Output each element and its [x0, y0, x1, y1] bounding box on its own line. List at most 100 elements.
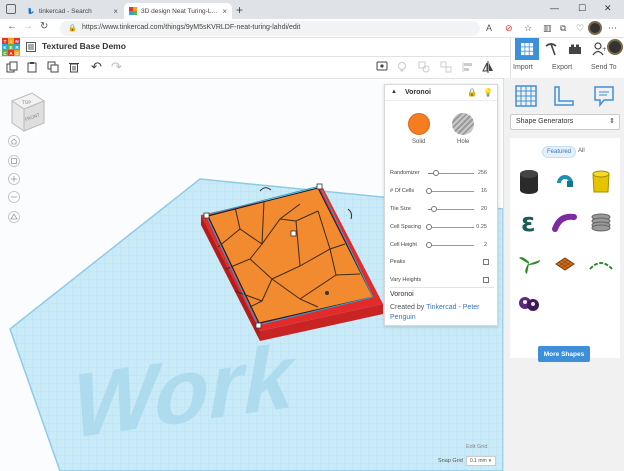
snap-grid-select[interactable]: 0.1 mm ▾	[466, 456, 496, 466]
peaks-checkbox[interactable]	[483, 259, 489, 265]
split-screen-icon[interactable]: ▥	[543, 23, 552, 34]
send-to-button[interactable]: Send To	[591, 64, 617, 71]
tab-featured[interactable]: Featured	[542, 146, 577, 158]
redo-icon[interactable]: ↷	[111, 59, 122, 75]
tab-actions-icon[interactable]	[6, 4, 16, 14]
randomizer-slider[interactable]	[433, 170, 439, 176]
profile-avatar[interactable]	[588, 21, 602, 35]
new-tab-icon[interactable]: +	[236, 3, 243, 17]
hole-button[interactable]	[452, 113, 474, 135]
shape-robot[interactable]	[514, 290, 544, 318]
notes-icon[interactable]	[376, 61, 388, 73]
close-window-icon[interactable]: ✕	[604, 3, 612, 14]
generator-credit: Created by Tinkercad - Peter Penguin	[390, 304, 480, 321]
delete-icon[interactable]	[68, 61, 80, 73]
copy-icon[interactable]	[6, 61, 18, 73]
browser-tab-tinkercad[interactable]: 3D design Neat Turing-Lahdi | Ti ×	[124, 3, 232, 19]
shape-epsilon[interactable]: ε	[514, 208, 544, 236]
view-cube[interactable]: TOP FRONT	[10, 92, 46, 132]
reader-icon[interactable]: A	[486, 23, 492, 33]
cell-spacing-slider[interactable]	[426, 224, 432, 230]
light-icon[interactable]	[396, 61, 408, 73]
solid-button[interactable]	[408, 113, 430, 135]
svg-text:TOP: TOP	[21, 100, 31, 106]
shape-cylinder[interactable]	[514, 168, 544, 196]
shape-arc[interactable]	[586, 250, 616, 278]
more-menu-icon[interactable]: ⋯	[608, 23, 617, 34]
edit-toolbar: ↶ ↷	[0, 57, 510, 79]
url-field[interactable]: 🔒 https://www.tinkercad.com/things/9yM5s…	[60, 21, 480, 36]
browser-tab-strip: tinkercad - Search × 3D design Neat Turi…	[0, 0, 624, 19]
home-view-icon[interactable]	[8, 135, 20, 147]
export-button[interactable]: Export	[552, 64, 572, 71]
chevron-down-icon: ▾	[488, 458, 492, 464]
vary-heights-checkbox[interactable]	[483, 277, 489, 283]
undo-icon[interactable]: ↶	[91, 59, 102, 75]
collections-icon[interactable]: ⧉	[560, 23, 566, 34]
tile-size-slider[interactable]	[431, 206, 437, 212]
shape-propeller[interactable]	[514, 250, 544, 278]
shape-category-select[interactable]: Shape Generators ⇕	[510, 114, 620, 130]
prop-cell-height: Cell Height 2	[390, 242, 487, 248]
duplicate-icon[interactable]	[47, 61, 59, 73]
shape-spring[interactable]	[586, 208, 616, 236]
cells-slider[interactable]	[426, 188, 432, 194]
hole-label: Hole	[457, 139, 470, 145]
brick-icon	[569, 44, 581, 54]
shape-hook[interactable]	[550, 168, 580, 196]
3d-view-button[interactable]	[515, 38, 539, 60]
lock-icon: 🔒	[68, 25, 77, 32]
bing-icon	[28, 7, 34, 15]
tab-all[interactable]: All	[574, 146, 589, 156]
shape-waffle[interactable]	[550, 250, 580, 278]
shape-tube[interactable]	[550, 208, 580, 236]
collapse-icon[interactable]: ▲	[391, 89, 397, 95]
notes-icon[interactable]	[592, 84, 616, 108]
paste-icon[interactable]	[26, 61, 38, 73]
url-text: https://www.tinkercad.com/things/9yM5sKV…	[82, 24, 301, 31]
cell-height-slider[interactable]	[426, 242, 432, 248]
pickaxe-icon	[545, 43, 557, 56]
avatar[interactable]	[607, 39, 623, 55]
ruler-icon[interactable]	[552, 84, 576, 108]
add-user-icon: +	[592, 42, 606, 56]
edit-grid-button[interactable]: Edit Grid	[466, 444, 487, 450]
extension-icon[interactable]: ⊘	[505, 23, 513, 34]
ungroup-icon[interactable]	[440, 61, 452, 73]
design-list-icon[interactable]	[26, 42, 36, 52]
refresh-icon[interactable]: ↻	[40, 21, 48, 32]
maximize-icon[interactable]: ☐	[578, 3, 586, 14]
address-bar-row: ← → ↻ 🔒 https://www.tinkercad.com/things…	[0, 19, 624, 38]
tinkercad-logo[interactable]: T I N K E R C A D	[2, 38, 20, 56]
prop-cell-spacing: Cell Spacing 0.25	[390, 224, 487, 230]
right-top-panel: + Import Export Send To	[510, 38, 624, 78]
group-icon[interactable]	[418, 61, 430, 73]
solid-label: Solid	[412, 139, 426, 145]
blocks-button[interactable]	[539, 38, 563, 60]
svg-text:ε: ε	[521, 209, 535, 235]
more-shapes-button[interactable]: More Shapes	[538, 346, 590, 362]
mirror-icon[interactable]	[482, 61, 494, 73]
design-title[interactable]: Textured Base Demo	[42, 41, 126, 51]
app-header: T I N K E R C A D Textured Base Demo	[0, 38, 510, 57]
minimize-icon[interactable]: —	[550, 3, 559, 13]
bricks-button[interactable]	[563, 38, 587, 60]
lock-icon[interactable]: 🔒	[467, 88, 477, 97]
close-icon[interactable]: ×	[113, 7, 118, 16]
fit-view-icon[interactable]	[8, 155, 20, 167]
workplane-icon[interactable]	[514, 84, 538, 108]
ortho-view-icon[interactable]	[8, 211, 20, 223]
align-icon[interactable]	[462, 61, 474, 73]
close-icon[interactable]: ×	[222, 7, 227, 16]
favorites-icon[interactable]: ☆	[524, 23, 532, 34]
back-icon[interactable]: ←	[7, 21, 17, 32]
import-button[interactable]: Import	[513, 64, 533, 71]
light-bulb-icon[interactable]: 💡	[483, 88, 493, 97]
peaks-checkbox-row: Peaks	[390, 259, 494, 269]
browser-tab-search[interactable]: tinkercad - Search ×	[22, 3, 123, 19]
resize-handle[interactable]	[325, 291, 329, 295]
vary-heights-checkbox-row: Vary Heights	[390, 277, 494, 287]
forward-icon[interactable]: →	[23, 21, 33, 32]
shopping-icon[interactable]: ♡	[576, 23, 584, 34]
shape-cup[interactable]	[586, 168, 616, 196]
